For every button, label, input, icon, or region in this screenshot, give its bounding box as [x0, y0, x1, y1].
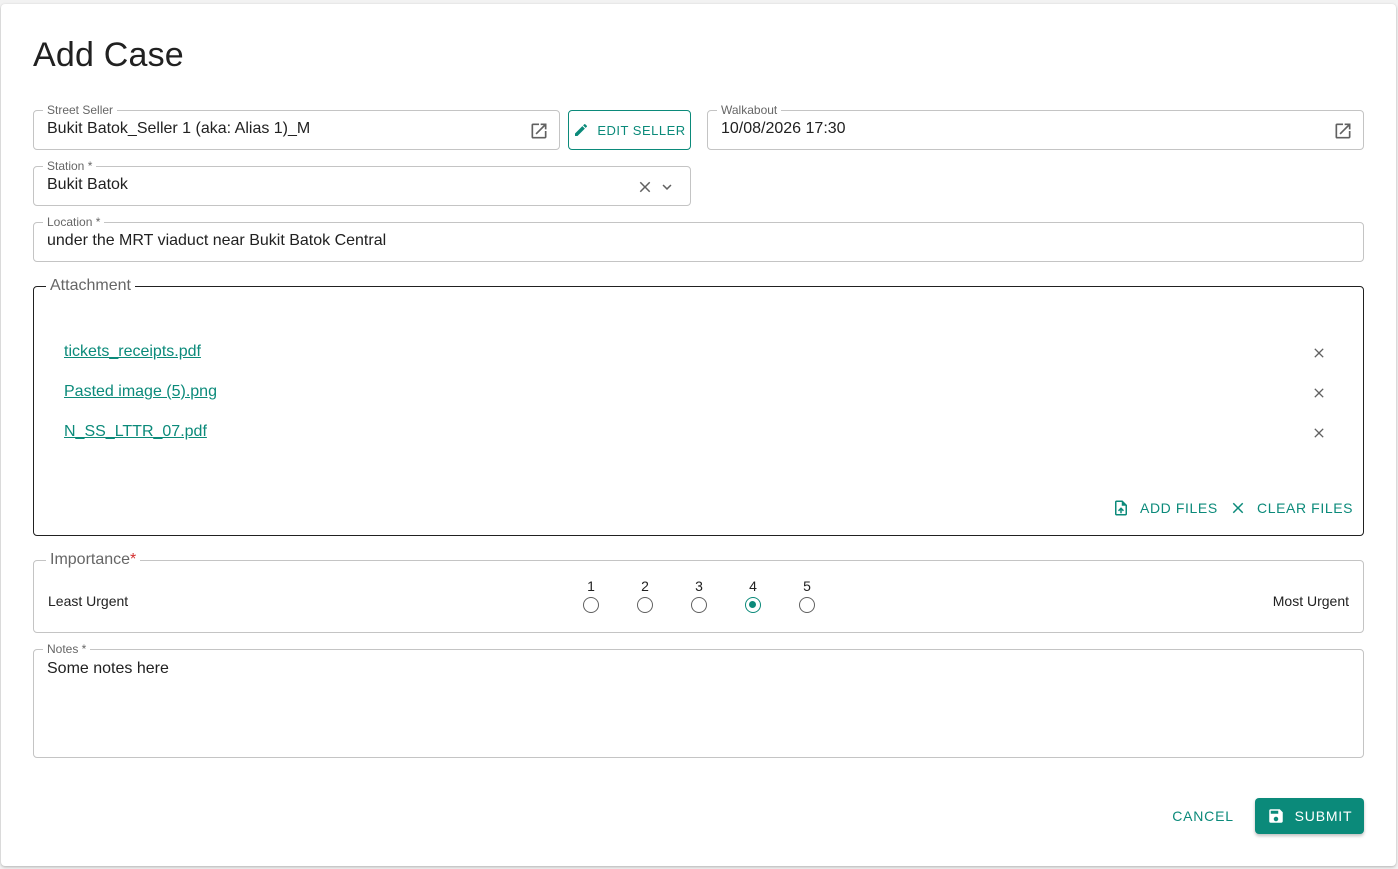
file-link[interactable]: Pasted image (5).png: [64, 383, 217, 401]
importance-option-3[interactable]: 3: [688, 578, 710, 613]
notes-value: Some notes here: [47, 660, 169, 677]
open-in-new-icon[interactable]: [528, 120, 550, 142]
station-value: Bukit Batok: [47, 176, 128, 193]
radio-button[interactable]: [637, 597, 653, 613]
dialog-title: Add Case: [33, 36, 184, 74]
street-seller-field[interactable]: Street Seller Bukit Batok_Seller 1 (aka:…: [33, 103, 560, 150]
importance-option-2[interactable]: 2: [634, 578, 656, 613]
add-files-button[interactable]: ADD FILES: [1112, 499, 1218, 517]
save-icon: [1267, 807, 1285, 825]
required-mark: *: [130, 551, 137, 568]
location-label: Location *: [43, 215, 105, 229]
station-select[interactable]: Station * Bukit Batok: [33, 159, 691, 206]
close-icon[interactable]: [1309, 423, 1329, 443]
attachment-legend: Attachment: [46, 276, 135, 296]
file-link[interactable]: tickets_receipts.pdf: [64, 343, 201, 361]
radio-button[interactable]: [583, 597, 599, 613]
clear-files-button[interactable]: CLEAR FILES: [1229, 499, 1353, 517]
edit-seller-label: EDIT SELLER: [597, 122, 686, 138]
importance-option-1[interactable]: 1: [580, 578, 602, 613]
add-files-label: ADD FILES: [1140, 500, 1218, 516]
importance-option-label: 3: [695, 578, 703, 594]
most-urgent-label: Most Urgent: [1272, 593, 1349, 609]
importance-option-4[interactable]: 4: [742, 578, 764, 613]
radio-button[interactable]: [799, 597, 815, 613]
importance-option-label: 4: [749, 578, 757, 594]
location-field[interactable]: Location * under the MRT viaduct near Bu…: [33, 215, 1364, 262]
walkabout-field[interactable]: Walkabout 10/08/2026 17:30: [707, 103, 1364, 150]
importance-option-label: 1: [587, 578, 595, 594]
importance-option-label: 5: [803, 578, 811, 594]
chevron-down-icon[interactable]: [657, 177, 677, 197]
station-label: Station *: [43, 159, 97, 173]
importance-option-5[interactable]: 5: [796, 578, 818, 613]
close-icon[interactable]: [1309, 343, 1329, 363]
close-icon[interactable]: [1309, 383, 1329, 403]
edit-seller-button[interactable]: EDIT SELLER: [568, 110, 691, 150]
close-icon: [1229, 499, 1247, 517]
importance-option-label: 2: [641, 578, 649, 594]
radio-button[interactable]: [691, 597, 707, 613]
street-seller-value: Bukit Batok_Seller 1 (aka: Alias 1)_M: [47, 120, 311, 137]
file-link[interactable]: N_SS_LTTR_07.pdf: [64, 423, 207, 441]
importance-legend-text: Importance: [50, 551, 131, 568]
file-upload-icon: [1112, 499, 1130, 517]
notes-label: Notes *: [43, 642, 91, 656]
clear-files-label: CLEAR FILES: [1257, 500, 1354, 516]
cancel-button[interactable]: CANCEL: [1162, 798, 1244, 834]
submit-label: SUBMIT: [1294, 808, 1353, 824]
walkabout-value: 10/08/2026 17:30: [721, 120, 846, 137]
importance-legend: Importance*: [46, 550, 141, 570]
pencil-icon: [573, 122, 589, 138]
attachment-box: Attachment tickets_receipts.pdf Pasted i…: [33, 276, 1364, 536]
open-in-new-icon[interactable]: [1332, 120, 1354, 142]
radio-button-checked[interactable]: [745, 597, 761, 613]
importance-group: Importance* Least Urgent Most Urgent 1 2…: [33, 550, 1364, 633]
street-seller-label: Street Seller: [43, 103, 118, 117]
submit-button[interactable]: SUBMIT: [1255, 798, 1364, 834]
walkabout-label: Walkabout: [717, 103, 782, 117]
location-value: under the MRT viaduct near Bukit Batok C…: [47, 232, 387, 249]
notes-field[interactable]: Notes * Some notes here: [33, 642, 1364, 758]
least-urgent-label: Least Urgent: [48, 593, 129, 609]
close-icon[interactable]: [635, 177, 655, 197]
